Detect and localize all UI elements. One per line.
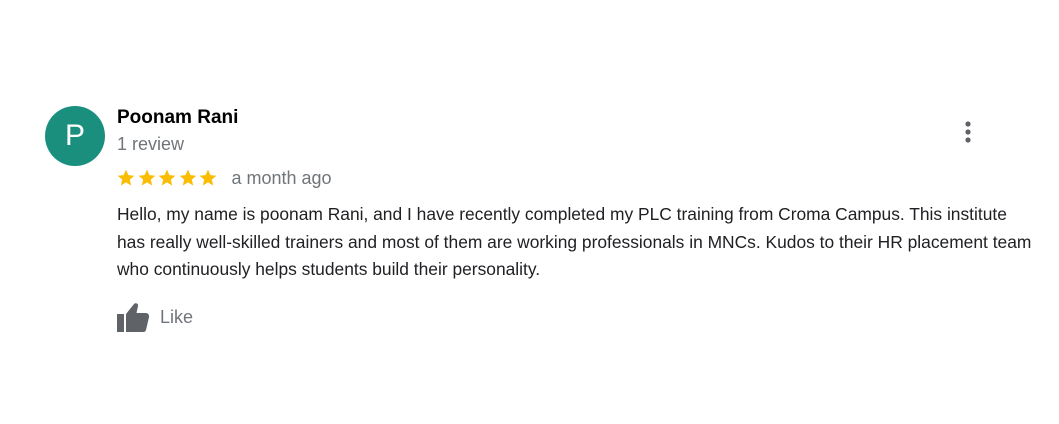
thumbs-up-icon — [117, 303, 150, 332]
like-button[interactable]: Like — [116, 300, 193, 334]
review-card: P Poonam Rani 1 review a month ago Hello… — [0, 0, 1059, 424]
star-icon — [138, 169, 155, 186]
review-text: Hello, my name is poonam Rani, and I hav… — [117, 204, 1032, 279]
star-icon — [199, 169, 217, 186]
more-vert-icon — [965, 121, 971, 143]
star-rating — [116, 168, 219, 188]
avatar[interactable]: P — [45, 106, 105, 166]
review-count[interactable]: 1 review — [117, 133, 184, 155]
rating-row: a month ago — [116, 165, 332, 191]
reviewer-name[interactable]: Poonam Rani — [117, 106, 238, 130]
star-icon — [117, 169, 135, 186]
review-date: a month ago — [231, 168, 332, 188]
more-options-button[interactable] — [955, 118, 981, 146]
like-label: Like — [160, 307, 194, 327]
star-icon — [179, 169, 196, 186]
star-icon — [158, 169, 176, 186]
